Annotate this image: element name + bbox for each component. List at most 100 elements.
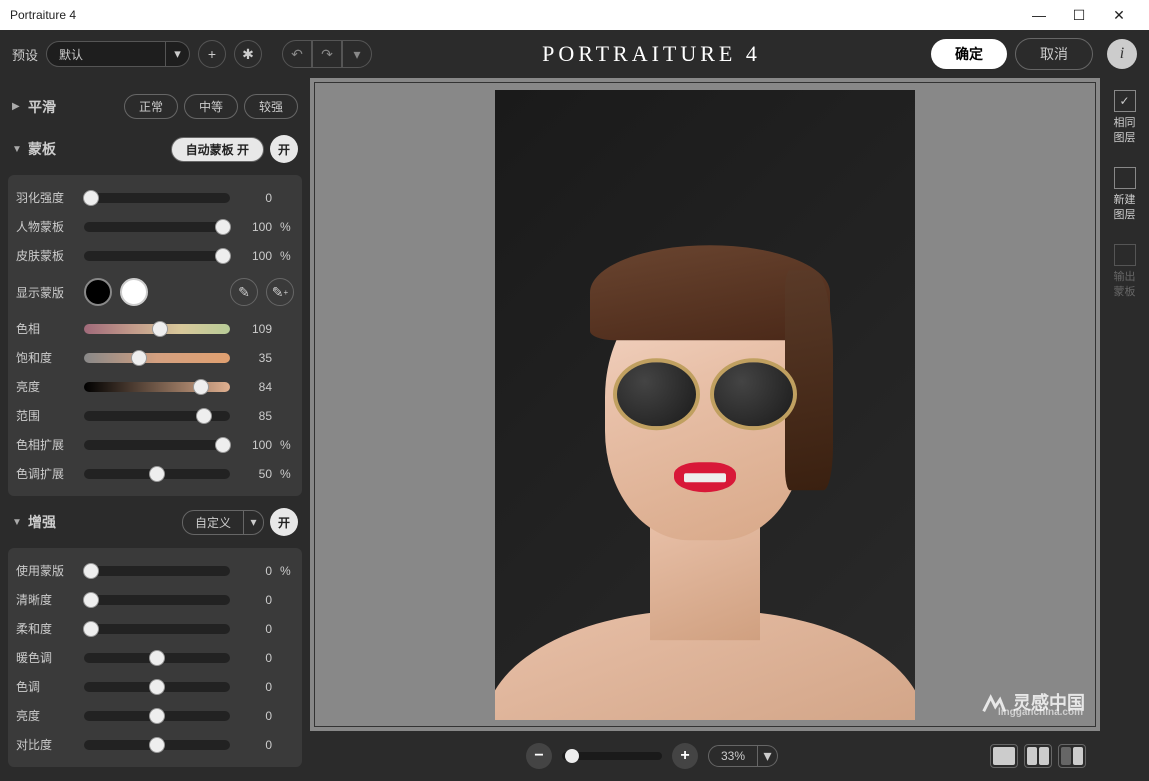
undo-button[interactable]: ↶ [282, 40, 312, 68]
smooth-normal-button[interactable]: 正常 [124, 94, 178, 119]
preset-label: 预设 [12, 45, 38, 64]
color-slider-3-slider[interactable] [84, 411, 230, 421]
color-slider-0-slider[interactable] [84, 324, 230, 334]
close-button[interactable]: ✕ [1099, 0, 1139, 30]
enhance-slider-4-label: 色调 [16, 678, 76, 695]
enhance-preset-dropdown[interactable]: 自定义 ▾ [182, 510, 264, 535]
mask-toggle[interactable]: 开 [270, 135, 298, 163]
view-split-v-button[interactable] [1058, 744, 1086, 768]
enhance-slider-6-value: 0 [238, 738, 272, 752]
color-slider-4-value: 100 [238, 438, 272, 452]
enhance-slider-1-slider[interactable] [84, 595, 230, 605]
color-slider-4-slider[interactable] [84, 440, 230, 450]
mask-title: 蒙板 [28, 139, 56, 159]
enhance-slider-1-row: 清晰度0 [16, 585, 294, 614]
enhance-slider-1-label: 清晰度 [16, 591, 76, 608]
enhance-slider-3-label: 暖色调 [16, 649, 76, 666]
smooth-header[interactable]: ▶ 平滑 正常 中等 较强 [8, 86, 302, 127]
cancel-button[interactable]: 取消 [1015, 38, 1093, 70]
color-slider-0-value: 109 [238, 322, 272, 336]
mask-slider-2-slider[interactable] [84, 251, 230, 261]
enhance-slider-0-label: 使用蒙版 [16, 562, 76, 579]
auto-mask-button[interactable]: 自动蒙板 开 [171, 137, 264, 162]
brand-title: PORTRAITURE 4 [380, 41, 923, 67]
add-preset-button[interactable]: + [198, 40, 226, 68]
maximize-button[interactable]: ☐ [1059, 0, 1099, 30]
new-layer-option[interactable]: 新建图层 [1114, 167, 1136, 224]
mask-slider-1-label: 人物蒙板 [16, 218, 76, 235]
show-mask-label: 显示蒙版 [16, 284, 76, 301]
eyedropper-add-button[interactable]: ✎+ [266, 278, 294, 306]
minimize-button[interactable]: — [1019, 0, 1059, 30]
view-split-h-button[interactable] [1024, 744, 1052, 768]
watermark: 灵感中国 lingganchina.com [979, 688, 1085, 716]
enhance-toggle[interactable]: 开 [270, 508, 298, 536]
enhance-header[interactable]: ▼ 增强 自定义 ▾ 开 [8, 500, 302, 544]
color-slider-3-value: 85 [238, 409, 272, 423]
color-slider-0-label: 色相 [16, 320, 76, 337]
color-slider-2-row: 亮度84 [16, 372, 294, 401]
preview-image [495, 90, 915, 720]
color-slider-5-value: 50 [238, 467, 272, 481]
right-sidebar: ✓ 相同图层 新建图层 输出蒙板 [1100, 78, 1149, 781]
mask-slider-1-row: 人物蒙板100% [16, 212, 294, 241]
mask-slider-0-label: 羽化强度 [16, 189, 76, 206]
mask-header[interactable]: ▼ 蒙板 自动蒙板 开 开 [8, 127, 302, 171]
mask-slider-2-value: 100 [238, 249, 272, 263]
info-button[interactable]: i [1107, 39, 1137, 69]
color-slider-0-row: 色相 109 [16, 314, 294, 343]
bottom-toolbar: − + 33% ▾ [310, 731, 1100, 781]
enhance-slider-0-slider[interactable] [84, 566, 230, 576]
same-layer-option[interactable]: ✓ 相同图层 [1114, 90, 1136, 147]
mask-slider-2-row: 皮肤蒙板100% [16, 241, 294, 270]
preset-value: 默认 [46, 41, 166, 67]
window-title: Portraiture 4 [10, 8, 76, 22]
color-slider-5-slider[interactable] [84, 469, 230, 479]
show-mask-row: 显示蒙版 ✎ ✎+ [16, 270, 294, 314]
chevron-down-icon: ▾ [244, 510, 264, 535]
enhance-slider-4-slider[interactable] [84, 682, 230, 692]
enhance-slider-2-value: 0 [238, 622, 272, 636]
color-slider-2-value: 84 [238, 380, 272, 394]
eyedropper-button[interactable]: ✎ [230, 278, 258, 306]
mask-black-swatch[interactable] [84, 278, 112, 306]
zoom-out-button[interactable]: − [526, 743, 552, 769]
smooth-strong-button[interactable]: 较强 [244, 94, 298, 119]
view-single-button[interactable] [990, 744, 1018, 768]
enhance-slider-6-slider[interactable] [84, 740, 230, 750]
enhance-panel: 使用蒙版0%清晰度0柔和度0暖色调0色调0亮度0对比度0 [8, 548, 302, 767]
preview-canvas[interactable]: 灵感中国 lingganchina.com [314, 82, 1096, 727]
enhance-slider-3-slider[interactable] [84, 653, 230, 663]
color-slider-1-slider[interactable] [84, 353, 230, 363]
preset-dropdown[interactable]: 默认 ▾ [46, 41, 190, 67]
color-slider-4-label: 色相扩展 [16, 436, 76, 453]
caret-right-icon: ▶ [12, 101, 22, 112]
enhance-title: 增强 [28, 512, 56, 532]
settings-button[interactable]: ✱ [234, 40, 262, 68]
zoom-dropdown[interactable]: 33% ▾ [708, 745, 778, 767]
color-slider-1-value: 35 [238, 351, 272, 365]
smooth-medium-button[interactable]: 中等 [184, 94, 238, 119]
history-dropdown[interactable]: ▾ [342, 40, 372, 68]
color-slider-2-slider[interactable] [84, 382, 230, 392]
caret-down-icon: ▼ [12, 144, 22, 155]
enhance-slider-2-label: 柔和度 [16, 620, 76, 637]
enhance-slider-5-slider[interactable] [84, 711, 230, 721]
enhance-slider-2-slider[interactable] [84, 624, 230, 634]
mask-slider-1-slider[interactable] [84, 222, 230, 232]
ok-button[interactable]: 确定 [931, 39, 1007, 69]
color-slider-3-row: 范围 85 [16, 401, 294, 430]
enhance-slider-0-row: 使用蒙版0% [16, 556, 294, 585]
output-mask-option[interactable]: 输出蒙板 [1114, 244, 1136, 301]
enhance-slider-0-value: 0 [238, 564, 272, 578]
mask-white-swatch[interactable] [120, 278, 148, 306]
zoom-in-button[interactable]: + [672, 743, 698, 769]
mask-slider-0-slider[interactable] [84, 193, 230, 203]
chevron-down-icon: ▾ [166, 41, 190, 67]
mask-slider-0-value: 0 [238, 191, 272, 205]
chevron-down-icon: ▾ [758, 745, 778, 767]
color-slider-3-label: 范围 [16, 407, 76, 424]
controls-panel: ▶ 平滑 正常 中等 较强 ▼ 蒙板 自动蒙板 开 开 羽化强度0人物蒙板100… [0, 78, 310, 781]
zoom-slider[interactable] [562, 752, 662, 760]
redo-button[interactable]: ↷ [312, 40, 342, 68]
